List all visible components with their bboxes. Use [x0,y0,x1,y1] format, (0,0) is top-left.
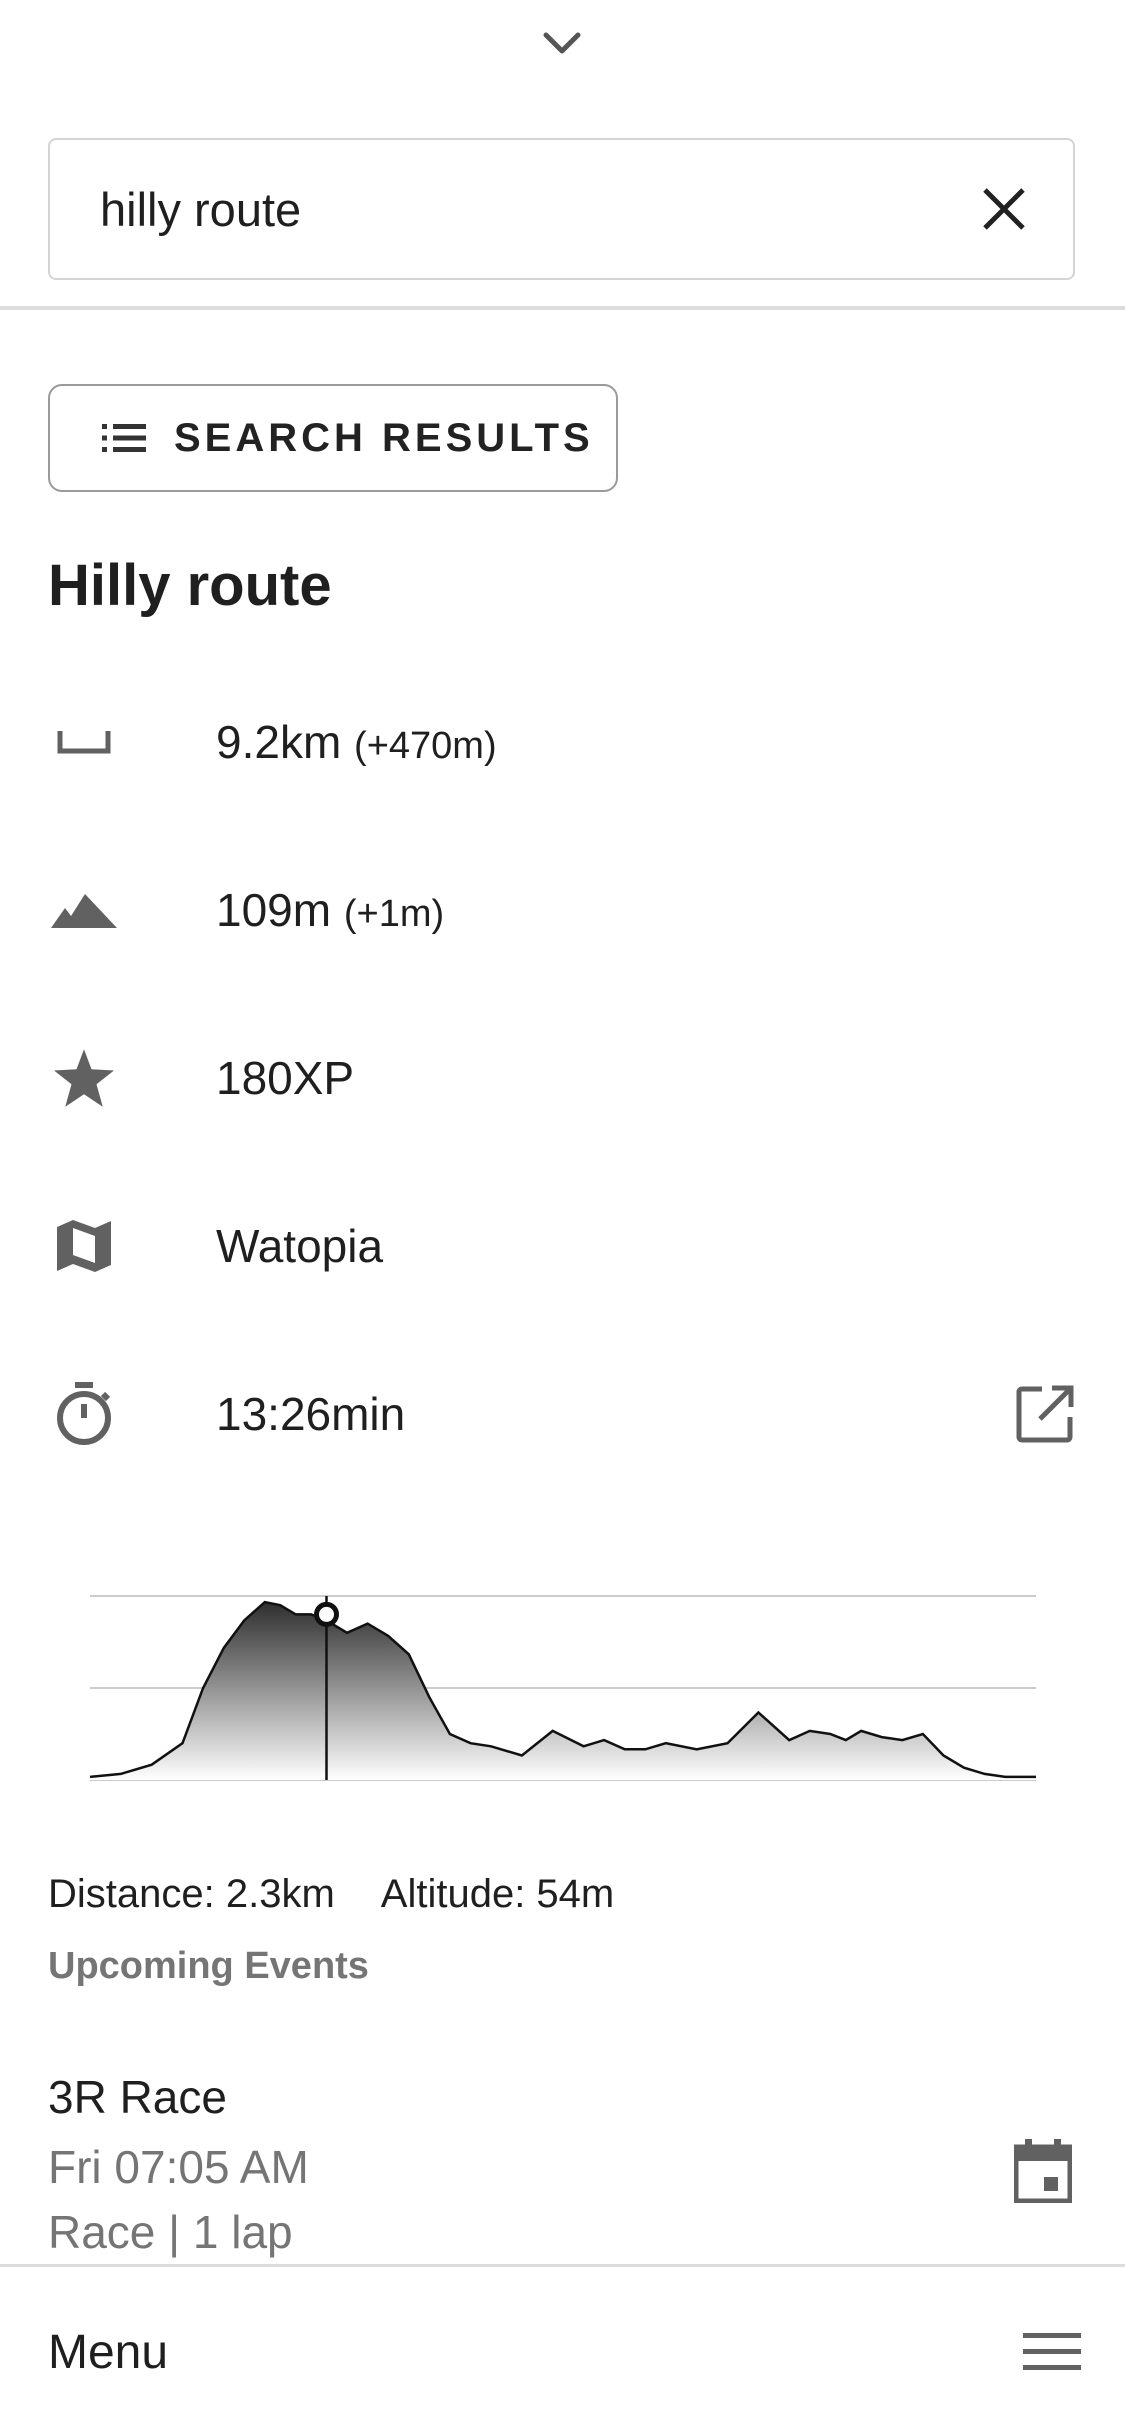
elevation-value: 109m [216,884,332,936]
clear-search-button[interactable] [975,180,1033,238]
search-box [48,138,1075,280]
distance-icon [48,706,120,778]
search-results-label: SEARCH RESULTS [174,415,594,460]
time-row: 13:26min [48,1364,1078,1464]
list-icon [102,424,146,452]
distance-row: 9.2km (+470m) [48,692,1078,792]
event-type: Race | 1 lap [48,2206,293,2258]
distance-extra: (+470m) [354,725,497,767]
chevron-down-icon [543,32,581,54]
menu-label[interactable]: Menu [48,2325,168,2380]
event-time: Fri 07:05 AM [48,2141,309,2193]
elevation-extra: (+1m) [343,893,445,935]
elevation-row: 109m (+1m) [48,860,1078,960]
time-value: 13:26min [216,1388,406,1440]
event-name: 3R Race [48,2071,227,2123]
search-results-button[interactable]: SEARCH RESULTS [48,384,618,492]
route-title: Hilly route [48,553,332,618]
bottom-menu-bar: Menu [0,2264,1125,2436]
collapse-sheet-button[interactable] [532,22,592,66]
world-value: Watopia [216,1220,384,1272]
open-in-new-icon [1016,1385,1074,1443]
elevation-area [90,1602,1036,1780]
terrain-icon [48,874,120,946]
distance-value-wrap: 9.2km (+470m) [216,715,497,769]
stopwatch-icon [48,1378,120,1450]
map-icon [48,1210,120,1282]
elevation-value-wrap: 109m (+1m) [216,883,444,937]
calendar-icon [1014,2139,1072,2203]
star-icon [48,1042,120,1114]
chart-cursor-marker[interactable] [314,1601,339,1627]
event-item[interactable]: 3R Race Fri 07:05 AM Race | 1 lap [48,2070,1078,2270]
xp-row: 180XP [48,1028,1078,1128]
readout-distance: Distance: 2.3km [48,1872,335,1916]
chart-readout: Distance: 2.3km Altitude: 54m [48,1872,660,1917]
divider [0,306,1125,310]
world-row: Watopia [48,1196,1078,1296]
elevation-profile-chart[interactable] [90,1580,1036,1790]
upcoming-events-header: Upcoming Events [48,1945,369,1987]
open-external-button[interactable] [1012,1381,1078,1447]
add-to-calendar-button[interactable] [1008,2136,1078,2206]
hamburger-menu-icon[interactable] [1023,2329,1081,2375]
close-icon [983,188,1025,230]
distance-value: 9.2km [216,716,342,768]
readout-altitude: Altitude: 54m [380,1872,615,1916]
xp-value: 180XP [216,1052,355,1104]
search-input[interactable] [100,140,960,278]
